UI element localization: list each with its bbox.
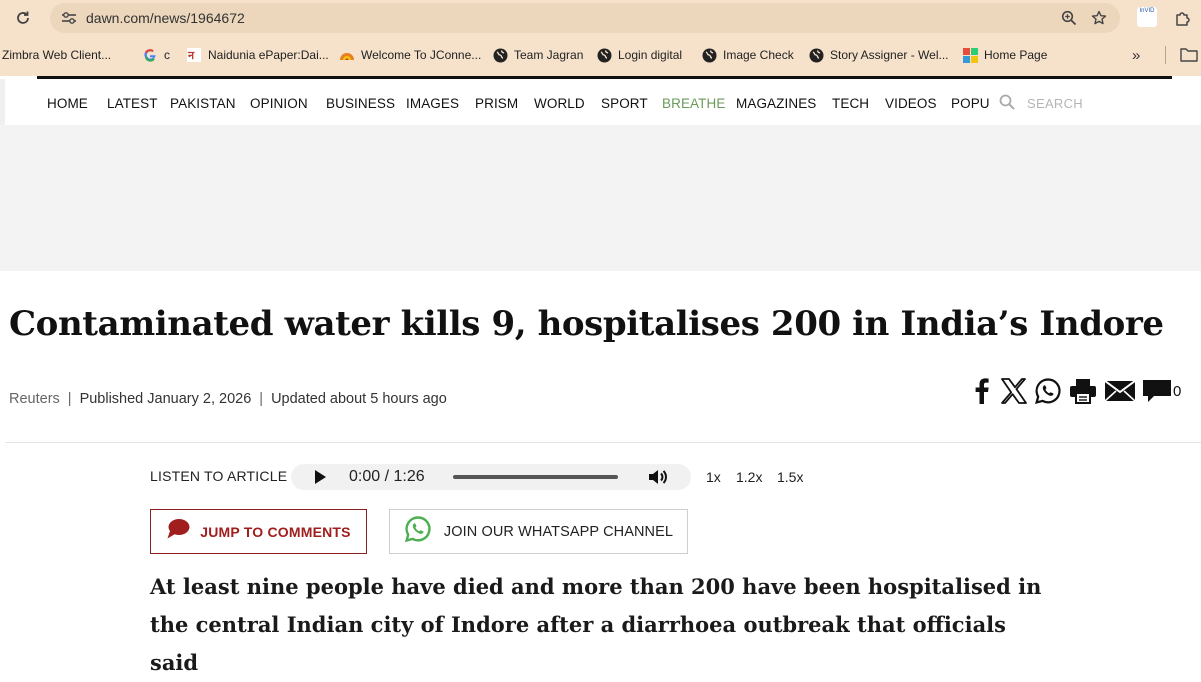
zoom-icon[interactable] (1058, 7, 1080, 29)
bookmark-label: Image Check (723, 48, 794, 62)
published-date: Published January 2, 2026 (79, 391, 252, 407)
homepage-icon (962, 47, 978, 63)
jump-to-comments-button[interactable]: JUMP TO COMMENTS (150, 509, 367, 554)
comments-icon[interactable] (1142, 378, 1172, 404)
speech-bubble-icon (166, 518, 190, 545)
globe-icon (492, 47, 508, 63)
nav-world[interactable]: WORLD (534, 96, 585, 111)
play-icon[interactable] (313, 469, 327, 490)
speed-1-2x-button[interactable]: 1.2x (736, 469, 762, 485)
bookmark-label: Login digital (618, 48, 683, 62)
site-info-icon[interactable] (58, 7, 80, 29)
speed-1-5x-button[interactable]: 1.5x (777, 469, 803, 485)
section-divider (5, 442, 1201, 443)
naidunia-icon: न (186, 47, 202, 63)
audio-time: 0:00 / 1:26 (349, 468, 425, 485)
bookmarks-bar: Zimbra Web Client... c न Naidunia ePaper… (0, 42, 1201, 68)
comment-count[interactable]: 0 (1173, 383, 1181, 400)
volume-icon[interactable] (647, 467, 669, 492)
bookmarks-divider (1165, 46, 1166, 64)
reload-icon[interactable] (8, 6, 38, 30)
nav-breathe[interactable]: BREATHE (662, 96, 725, 111)
nav-magazines[interactable]: MAGAZINES (736, 96, 816, 111)
address-bar[interactable]: dawn.com/news/1964672 (50, 3, 1120, 33)
nav-tech[interactable]: TECH (832, 96, 869, 111)
bookmark-label: Zimbra Web Client... (2, 48, 112, 62)
share-toolbar: 0 (970, 377, 1181, 405)
bookmarks-more-button[interactable]: » (1132, 42, 1140, 68)
audio-progress-slider[interactable] (453, 475, 618, 479)
bookmark-home-page[interactable]: Home Page (962, 42, 1047, 68)
nav-popular[interactable]: POPU (951, 96, 990, 111)
nav-images[interactable]: IMAGES (406, 96, 459, 111)
svg-text:न: न (187, 49, 195, 62)
whatsapp-share-icon[interactable] (1034, 377, 1062, 405)
facebook-icon[interactable] (970, 378, 994, 404)
globe-icon (596, 47, 612, 63)
speed-1x-button[interactable]: 1x (706, 469, 721, 485)
nav-pakistan[interactable]: PAKISTAN (170, 96, 236, 111)
byline-separator: | (259, 391, 264, 407)
bookmark-label: Welcome To JConne... (361, 48, 482, 62)
google-icon (142, 47, 158, 63)
x-twitter-icon[interactable] (1000, 378, 1028, 404)
nav-business[interactable]: BUSINESS (326, 96, 395, 111)
browser-toolbar: dawn.com/news/1964672 InVID Zimbra Web C… (0, 0, 1201, 76)
listen-to-article-label: LISTEN TO ARTICLE (150, 468, 288, 484)
nav-prism[interactable]: PRISM (475, 96, 518, 111)
nav-latest[interactable]: LATEST (107, 96, 158, 111)
article-lead-paragraph: At least nine people have died and more … (150, 574, 1042, 675)
bookmark-image-check[interactable]: Image Check (701, 42, 794, 68)
print-icon[interactable] (1068, 378, 1098, 404)
article-byline: Reuters | Published January 2, 2026 | Update… (9, 391, 447, 407)
extensions-puzzle-icon[interactable] (1170, 6, 1196, 30)
bookmark-label: Story Assigner - Wel... (830, 48, 949, 62)
jconnect-icon (339, 47, 355, 63)
article-headline: Contaminated water kills 9, hospitalises… (9, 304, 1164, 344)
bookmark-label: c (164, 48, 170, 62)
whatsapp-channel-label: JOIN OUR WHATSAPP CHANNEL (443, 523, 674, 540)
nav-videos[interactable]: VIDEOS (885, 96, 937, 111)
globe-icon (701, 47, 717, 63)
bookmark-story-assigner[interactable]: Story Assigner - Wel... (808, 42, 948, 68)
bookmark-label: Home Page (984, 48, 1048, 62)
invid-label: InVID (1139, 8, 1155, 14)
search-icon[interactable] (999, 94, 1015, 115)
bookmark-jconnect[interactable]: Welcome To JConne... (339, 42, 481, 68)
article-source[interactable]: Reuters (9, 391, 60, 407)
whatsapp-icon (404, 515, 432, 548)
nav-opinion[interactable]: OPINION (250, 96, 308, 111)
bookmark-label: Naidunia ePaper:Dai... (208, 48, 329, 62)
nav-sport[interactable]: SPORT (601, 96, 648, 111)
byline-separator: | (67, 391, 72, 407)
page-margin (0, 79, 5, 125)
url-text[interactable]: dawn.com/news/1964672 (86, 10, 245, 26)
advertisement-slot (0, 125, 1201, 271)
bookmark-naidunia[interactable]: न Naidunia ePaper:Dai... (186, 42, 329, 68)
search-input[interactable] (1025, 92, 1179, 114)
updated-time: Updated about 5 hours ago (271, 391, 447, 407)
email-icon[interactable] (1104, 379, 1136, 403)
folder-icon[interactable] (1180, 47, 1198, 67)
bookmark-google[interactable]: c (142, 42, 170, 68)
jump-to-comments-label: JUMP TO COMMENTS (200, 523, 351, 540)
bookmark-star-icon[interactable] (1088, 7, 1110, 29)
bookmark-login-digital[interactable]: Login digital (596, 42, 682, 68)
globe-icon (808, 47, 824, 63)
bookmark-label: Team Jagran (514, 48, 584, 62)
nav-home[interactable]: HOME (47, 96, 88, 111)
audio-player: 0:00 / 1:26 (291, 464, 691, 490)
whatsapp-channel-button[interactable]: JOIN OUR WHATSAPP CHANNEL (389, 509, 688, 554)
bookmark-zimbra[interactable]: Zimbra Web Client... (2, 42, 111, 68)
invid-extension-icon[interactable]: InVID (1137, 7, 1157, 27)
bookmark-team-jagran[interactable]: Team Jagran (492, 42, 583, 68)
main-navigation: HOME LATEST PAKISTAN OPINION BUSINESS IM… (37, 79, 1179, 126)
